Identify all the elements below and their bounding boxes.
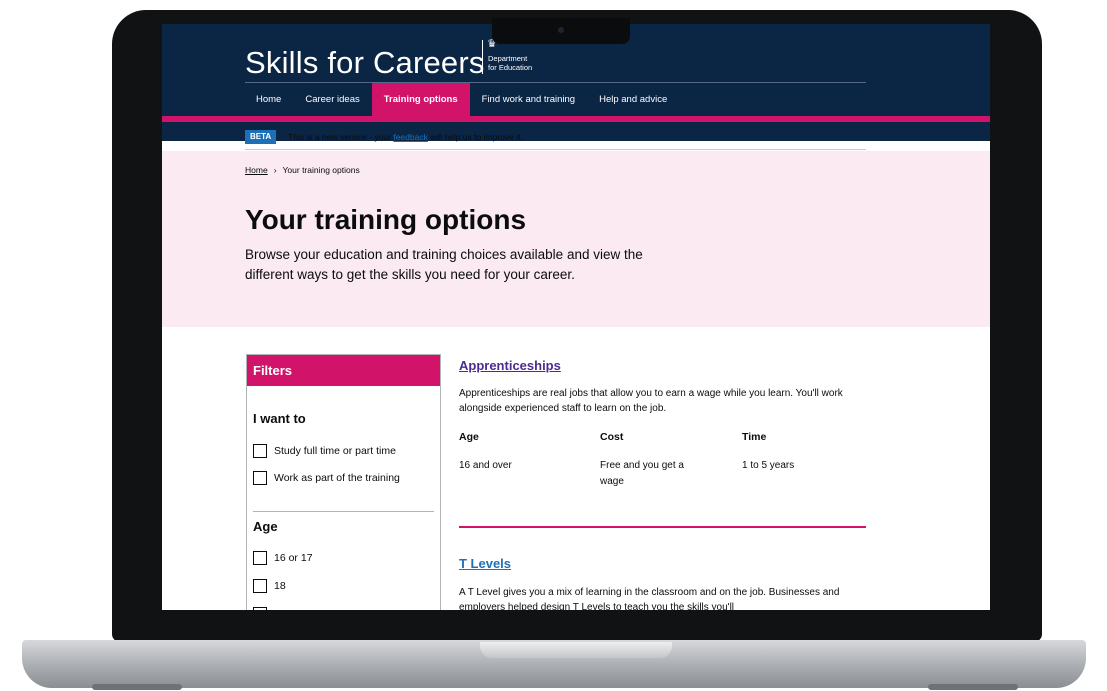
nav-item-career-ideas[interactable]: Career ideas: [293, 83, 371, 116]
filter-option-age-18[interactable]: 18: [253, 579, 286, 593]
page-lede: Browse your education and training choic…: [245, 247, 643, 282]
nav-item-find-work-and-training[interactable]: Find work and training: [470, 83, 587, 116]
filter-option-label: Study full time or part time: [274, 445, 396, 457]
filter-group-title-age: Age: [253, 519, 278, 534]
browser-viewport: Skills for Careers ♛ Department for Educ…: [162, 24, 990, 610]
page-hero: Home › Your training options Your traini…: [162, 151, 990, 327]
filter-option-work-as-part-of-training[interactable]: Work as part of the training: [253, 471, 400, 485]
filters-heading: Filters: [247, 355, 440, 386]
dfe-logo-divider: [482, 40, 483, 74]
result-col-head-age: Age: [459, 431, 479, 443]
beta-message: This is a new service - your feedback wi…: [288, 132, 523, 142]
checkbox[interactable]: [253, 471, 267, 485]
dfe-logo[interactable]: Department for Education: [488, 54, 532, 72]
filters-divider: [253, 511, 434, 512]
filter-option-label: 16 or 17: [274, 552, 313, 564]
camera-icon: [558, 27, 564, 33]
result-value-age: 16 and over: [459, 460, 512, 471]
filters-panel: Filters I want to Study full time or par…: [246, 354, 441, 610]
result-divider: [459, 526, 866, 528]
filter-group-title-i-want-to: I want to: [253, 411, 306, 426]
laptop-foot-right: [928, 684, 1018, 690]
result-col-head-cost: Cost: [600, 431, 624, 443]
result-description: A T Level gives you a mix of learning in…: [459, 587, 840, 610]
nav-accent-bar: [162, 116, 990, 122]
nav-item-home[interactable]: Home: [244, 83, 293, 116]
result-description: Apprenticeships are real jobs that allow…: [459, 388, 843, 414]
filter-option-label: 18: [274, 580, 286, 592]
beta-banner: BETA This is a new service - your feedba…: [245, 128, 866, 150]
result-title-apprenticeships[interactable]: Apprenticeships: [459, 358, 561, 373]
beta-tag: BETA: [245, 130, 277, 144]
result-value-time: 1 to 5 years: [742, 460, 795, 471]
result-value-cost: Free and you get a wage: [600, 460, 684, 487]
checkbox[interactable]: [253, 607, 267, 610]
chevron-right-icon: ›: [273, 165, 277, 175]
beta-text-before: This is a new service - your: [288, 132, 394, 142]
breadcrumb-current: Your training options: [282, 165, 360, 175]
filter-option-partial[interactable]: [253, 607, 267, 610]
camera-notch: [492, 18, 630, 44]
nav-item-training-options[interactable]: Training options: [371, 83, 470, 116]
result-title-t-levels[interactable]: T Levels: [459, 556, 511, 571]
beta-text-after: will help us to improve it.: [427, 132, 523, 142]
nav-item-help-and-advice[interactable]: Help and advice: [587, 83, 679, 116]
filter-option-label: Work as part of the training: [274, 472, 400, 484]
dfe-logo-line2: for Education: [488, 63, 533, 72]
breadcrumb-home-link[interactable]: Home: [245, 165, 268, 175]
filter-option-study-full-or-part-time[interactable]: Study full time or part time: [253, 444, 396, 458]
checkbox[interactable]: [253, 444, 267, 458]
checkbox[interactable]: [253, 579, 267, 593]
main-navigation: Home Career ideas Training options Find …: [244, 83, 679, 116]
result-col-head-time: Time: [742, 431, 767, 443]
breadcrumb: Home › Your training options: [245, 165, 360, 175]
site-brand[interactable]: Skills for Careers: [245, 45, 485, 81]
checkbox[interactable]: [253, 551, 267, 565]
page-title: Your training options: [245, 204, 527, 235]
feedback-link[interactable]: feedback: [393, 132, 428, 142]
laptop-foot-left: [92, 684, 182, 690]
dfe-logo-line1: Department: [488, 54, 528, 63]
laptop-opening-lip: [480, 642, 672, 658]
filter-option-age-16-or-17[interactable]: 16 or 17: [253, 551, 313, 565]
